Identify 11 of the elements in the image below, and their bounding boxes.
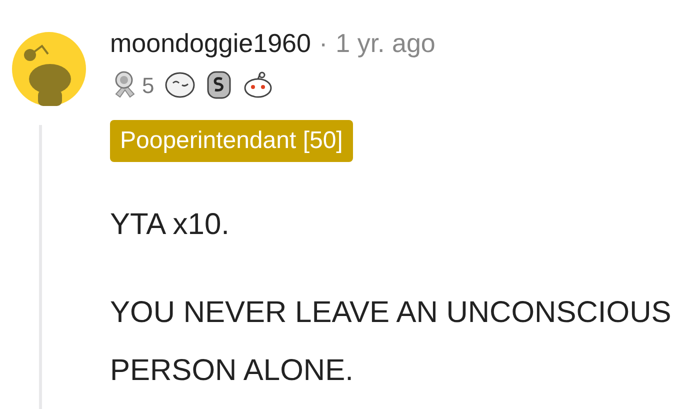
username[interactable]: moondoggie1960 bbox=[110, 26, 311, 60]
comment-text: YTA x10. bbox=[110, 207, 231, 243]
separator-dot: · bbox=[318, 27, 328, 60]
comment-text: YOU NEVER LEAVE AN UNCONSCIOUS PERSON ALONE. bbox=[110, 295, 672, 389]
award-count: 5 bbox=[142, 72, 154, 100]
snoo-award-icon bbox=[242, 70, 274, 100]
avatar[interactable] bbox=[12, 32, 86, 106]
face-award-icon bbox=[164, 70, 196, 100]
coin-award-icon bbox=[206, 70, 232, 100]
user-flair: Pooperintendant [50] bbox=[110, 120, 353, 162]
timestamp[interactable]: 1 yr. ago bbox=[336, 26, 436, 60]
